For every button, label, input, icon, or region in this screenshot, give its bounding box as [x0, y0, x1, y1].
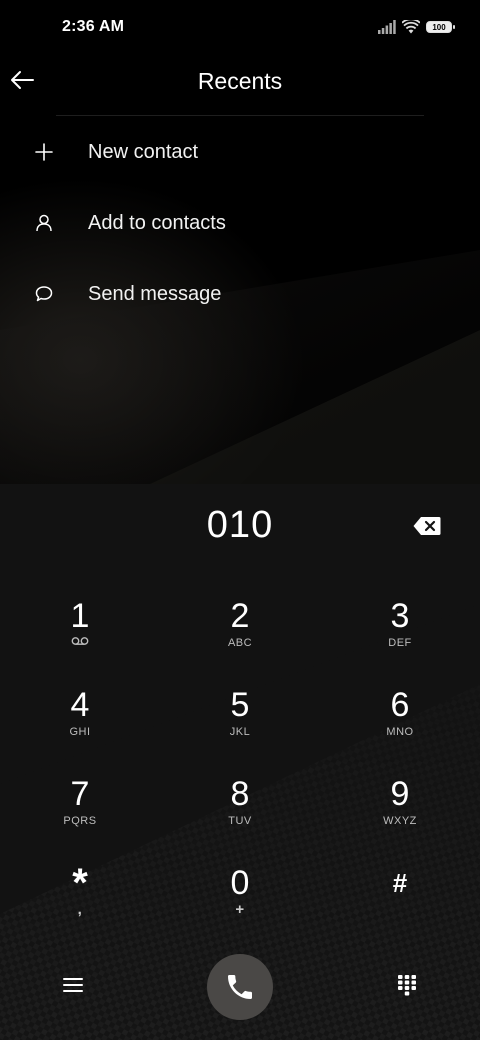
key-letters: JKL [229, 726, 251, 738]
key-digit: 1 [70, 597, 90, 635]
voicemail-icon [71, 637, 89, 645]
signal-icon [378, 20, 396, 34]
menu-item-label: New contact [88, 140, 199, 163]
key-letters: WXYZ [383, 815, 417, 827]
key-letters: GHI [69, 726, 91, 738]
key-4[interactable]: 4 GHI [20, 685, 140, 765]
key-2[interactable]: 2 ABC [180, 596, 300, 676]
key-letters: + [235, 901, 245, 918]
wifi-icon [402, 20, 420, 34]
menu-item-new-contact[interactable]: New contact [0, 123, 480, 181]
key-5[interactable]: 5 JKL [180, 685, 300, 765]
key-hash[interactable]: # [340, 863, 460, 943]
backspace-icon [413, 517, 441, 535]
dialed-number: 010 [206, 504, 274, 546]
key-1[interactable]: 1 [20, 596, 140, 676]
menu-item-label: Send message [88, 282, 222, 305]
battery-icon: 100 [426, 21, 455, 33]
key-digit: 5 [230, 686, 250, 724]
message-icon [30, 280, 58, 308]
header: Recents [0, 56, 480, 116]
key-digit: 9 [390, 775, 410, 813]
status-icons: 100 [378, 17, 455, 37]
keypad-panel: 010 1 2 ABC 3 DEF 4 GHI 5 JKL 6 MNO 7 PQ… [0, 484, 480, 1040]
dialpad-icon [398, 975, 416, 996]
menu-button[interactable] [56, 968, 90, 1002]
dialer-screen: 2:36 AM 100 Recents New contact Add to c… [0, 0, 480, 1040]
key-letters: MNO [386, 726, 414, 738]
key-0[interactable]: 0 + [180, 863, 300, 943]
key-3[interactable]: 3 DEF [340, 596, 460, 676]
call-button[interactable] [207, 954, 273, 1020]
key-letters: , [77, 901, 83, 918]
key-digit: 0 [230, 864, 250, 902]
key-7[interactable]: 7 PQRS [20, 774, 140, 854]
backspace-button[interactable] [410, 514, 444, 538]
keypad-toggle-button[interactable] [390, 968, 424, 1002]
battery-level: 100 [432, 22, 446, 32]
status-bar: 2:36 AM 100 [0, 0, 480, 56]
plus-icon [30, 138, 58, 166]
key-digit: 6 [390, 686, 410, 724]
key-digit: 8 [230, 775, 250, 813]
key-letters: DEF [388, 637, 412, 649]
key-digit: 4 [70, 686, 90, 724]
phone-icon [228, 975, 252, 999]
person-icon [30, 209, 58, 237]
key-letters: PQRS [63, 815, 97, 827]
hamburger-icon [63, 978, 83, 992]
key-digit: * [72, 861, 88, 905]
key-letters: ABC [227, 637, 253, 649]
key-digit: 3 [390, 597, 410, 635]
key-digit: 2 [230, 597, 250, 635]
key-star[interactable]: * , [20, 863, 140, 943]
menu-item-add-to-contacts[interactable]: Add to contacts [0, 194, 480, 252]
key-6[interactable]: 6 MNO [340, 685, 460, 765]
key-letters: TUV [228, 815, 252, 827]
menu-item-send-message[interactable]: Send message [0, 265, 480, 323]
key-9[interactable]: 9 WXYZ [340, 774, 460, 854]
page-title: Recents [197, 68, 283, 94]
key-digit: 7 [70, 775, 90, 813]
menu-item-label: Add to contacts [88, 211, 226, 234]
key-8[interactable]: 8 TUV [180, 774, 300, 854]
key-digit: # [392, 868, 408, 898]
header-divider [56, 115, 424, 116]
status-time: 2:36 AM [62, 18, 125, 35]
